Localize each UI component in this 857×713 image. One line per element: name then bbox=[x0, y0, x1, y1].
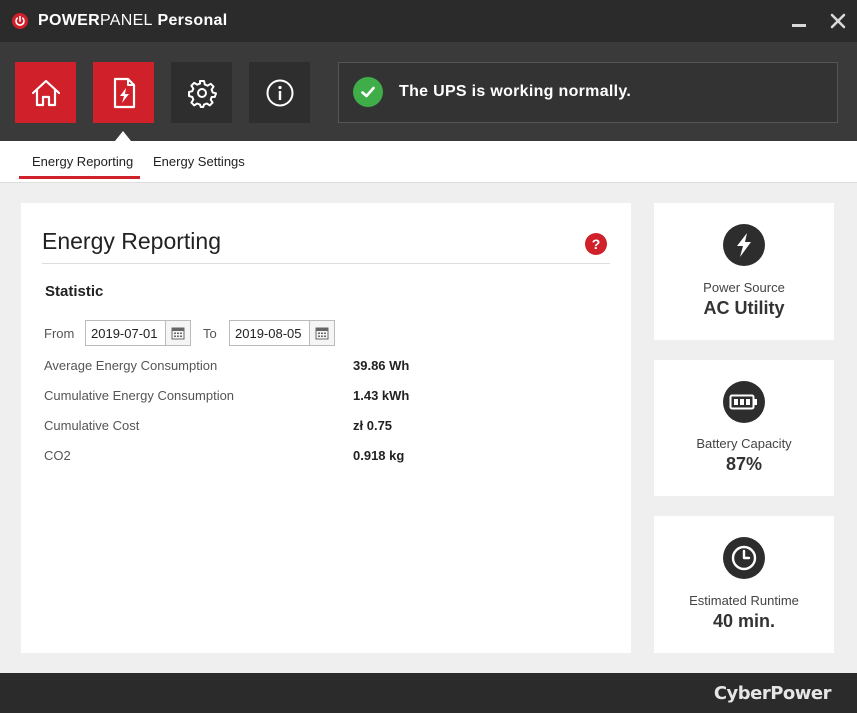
stat-label-cumulative-cost: Cumulative Cost bbox=[44, 418, 140, 433]
calendar-icon bbox=[315, 327, 329, 340]
divider bbox=[42, 263, 610, 264]
settings-button[interactable] bbox=[171, 62, 232, 123]
close-button[interactable] bbox=[827, 10, 849, 32]
battery-icon bbox=[723, 381, 765, 423]
clock-icon bbox=[723, 537, 765, 579]
to-label: To bbox=[203, 326, 217, 341]
lightning-icon bbox=[723, 224, 765, 266]
close-icon bbox=[830, 13, 846, 29]
title-bar: POWERPANEL Personal bbox=[0, 0, 857, 42]
page-title: Energy Reporting bbox=[42, 228, 221, 254]
stat-label-co2: CO2 bbox=[44, 448, 71, 463]
footer: CyberPower bbox=[0, 673, 857, 713]
section-title: Statistic bbox=[45, 283, 104, 300]
info-icon bbox=[266, 79, 293, 106]
powerpanel-logo-icon bbox=[12, 13, 28, 29]
power-source-label: Power Source bbox=[703, 280, 785, 295]
status-box: The UPS is working normally. bbox=[338, 62, 838, 123]
home-button[interactable] bbox=[15, 62, 76, 123]
gear-icon bbox=[187, 79, 217, 108]
from-date-input[interactable] bbox=[86, 321, 166, 345]
tab-energy-settings[interactable]: Energy Settings bbox=[153, 154, 245, 169]
minimize-button[interactable] bbox=[788, 10, 810, 32]
battery-capacity-value: 87% bbox=[725, 454, 763, 474]
info-button[interactable] bbox=[249, 62, 310, 123]
power-source-value: AC Utility bbox=[703, 298, 785, 318]
tab-bar: Energy Reporting Energy Settings bbox=[0, 141, 857, 183]
from-date-picker bbox=[85, 320, 191, 346]
home-icon bbox=[31, 79, 60, 106]
power-source-card: Power Source AC Utility bbox=[654, 203, 834, 340]
app-title: POWERPANEL Personal bbox=[38, 12, 228, 29]
energy-reporting-panel: Energy Reporting ? Statistic From To bbox=[21, 203, 631, 653]
battery-capacity-label: Battery Capacity bbox=[696, 436, 792, 451]
battery-capacity-card: Battery Capacity 87% bbox=[654, 360, 834, 496]
estimated-runtime-card: Estimated Runtime 40 min. bbox=[654, 516, 834, 653]
tab-energy-reporting[interactable]: Energy Reporting bbox=[32, 154, 133, 169]
status-text: The UPS is working normally. bbox=[399, 83, 632, 100]
stat-value-cumulative-cost: zł 0.75 bbox=[353, 418, 393, 433]
active-page-pointer bbox=[115, 131, 131, 141]
help-icon[interactable]: ? bbox=[585, 233, 607, 255]
from-label: From bbox=[44, 326, 75, 341]
to-calendar-button[interactable] bbox=[309, 321, 334, 345]
stat-value-co2: 0.918 kg bbox=[353, 448, 405, 463]
check-icon bbox=[353, 77, 383, 107]
active-tab-indicator bbox=[19, 176, 140, 179]
energy-report-button[interactable] bbox=[93, 62, 154, 123]
from-calendar-button[interactable] bbox=[165, 321, 190, 345]
toolbar: The UPS is working normally. bbox=[0, 42, 857, 141]
to-date-input[interactable] bbox=[230, 321, 310, 345]
energy-report-icon bbox=[113, 77, 135, 108]
to-date-picker bbox=[229, 320, 335, 346]
minimize-icon bbox=[792, 24, 806, 27]
estimated-runtime-value: 40 min. bbox=[712, 611, 776, 631]
stat-value-cumulative-energy: 1.43 kWh bbox=[353, 388, 410, 403]
stat-value-average-energy: 39.86 Wh bbox=[353, 358, 410, 373]
stat-label-cumulative-energy: Cumulative Energy Consumption bbox=[44, 388, 235, 403]
cyberpower-logo: CyberPower bbox=[713, 683, 832, 704]
estimated-runtime-label: Estimated Runtime bbox=[689, 593, 799, 608]
stat-label-average-energy: Average Energy Consumption bbox=[44, 358, 218, 373]
calendar-icon bbox=[171, 327, 185, 340]
